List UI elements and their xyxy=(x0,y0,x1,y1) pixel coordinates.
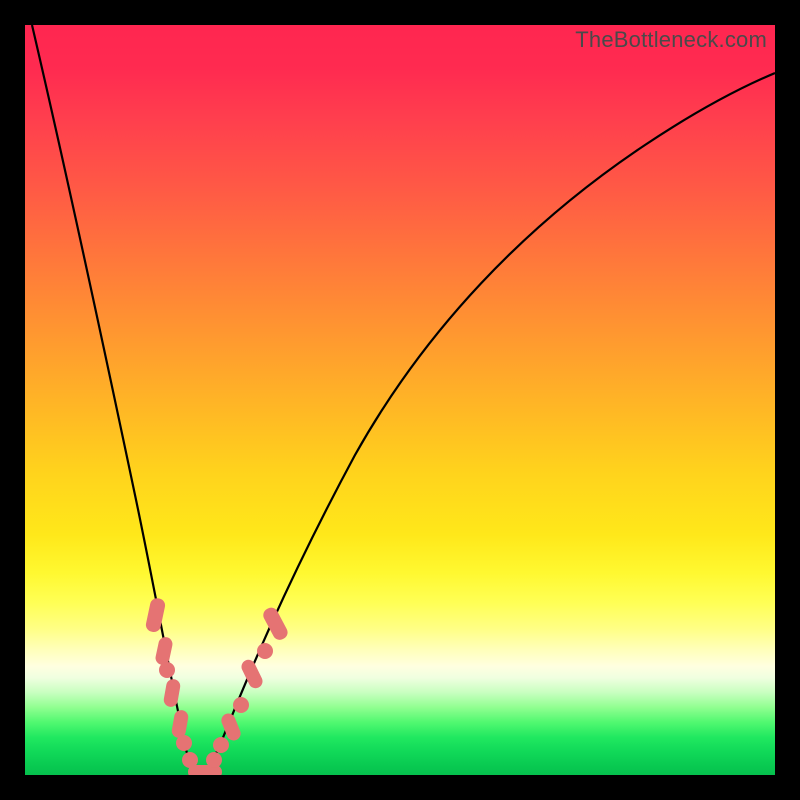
bottleneck-curve-left xyxy=(32,25,198,774)
chart-frame: TheBottleneck.com xyxy=(25,25,775,775)
watermark-text: TheBottleneck.com xyxy=(575,27,767,53)
right-branch-markers xyxy=(206,605,290,768)
bottleneck-curve-right xyxy=(198,73,775,774)
curve-svg xyxy=(25,25,775,775)
left-branch-markers xyxy=(145,597,198,768)
